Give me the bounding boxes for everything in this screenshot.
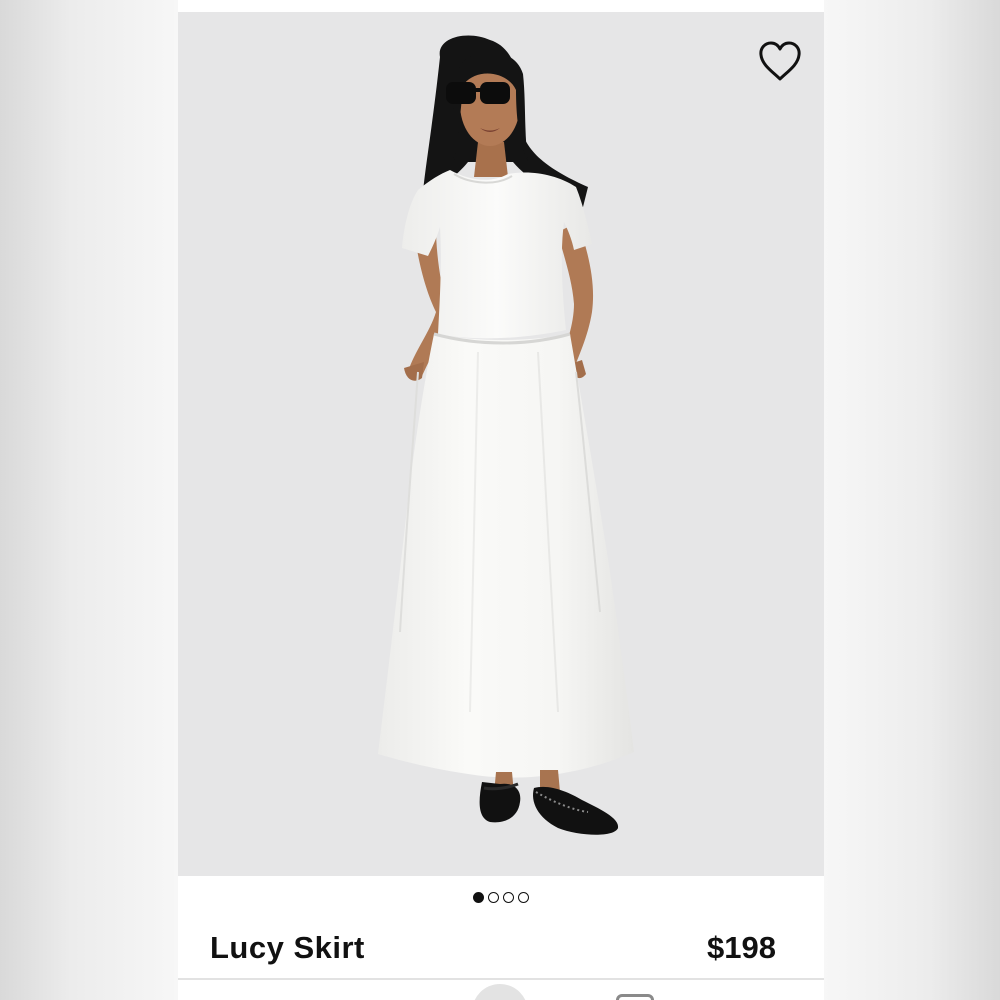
gallery-dot-3[interactable]	[503, 891, 514, 903]
blurred-backdrop-right	[824, 0, 1000, 1000]
divider	[178, 978, 824, 980]
gallery-dot-1[interactable]	[473, 891, 484, 903]
bottom-action-button[interactable]	[472, 984, 528, 1000]
model-illustration	[378, 35, 634, 835]
product-title: Lucy Skirt	[210, 930, 365, 965]
bottom-tab-icon[interactable]	[616, 994, 654, 1000]
gallery-dot-2[interactable]	[488, 891, 499, 903]
heart-outline-icon	[759, 41, 801, 81]
product-price: $198	[707, 930, 776, 965]
gallery-pagination	[178, 888, 824, 906]
favorite-button[interactable]	[756, 40, 804, 84]
gallery-dot-4[interactable]	[518, 891, 529, 903]
product-screen: Lucy Skirt $198	[178, 0, 824, 1000]
blurred-backdrop-left	[0, 0, 178, 1000]
product-image[interactable]	[178, 12, 824, 876]
